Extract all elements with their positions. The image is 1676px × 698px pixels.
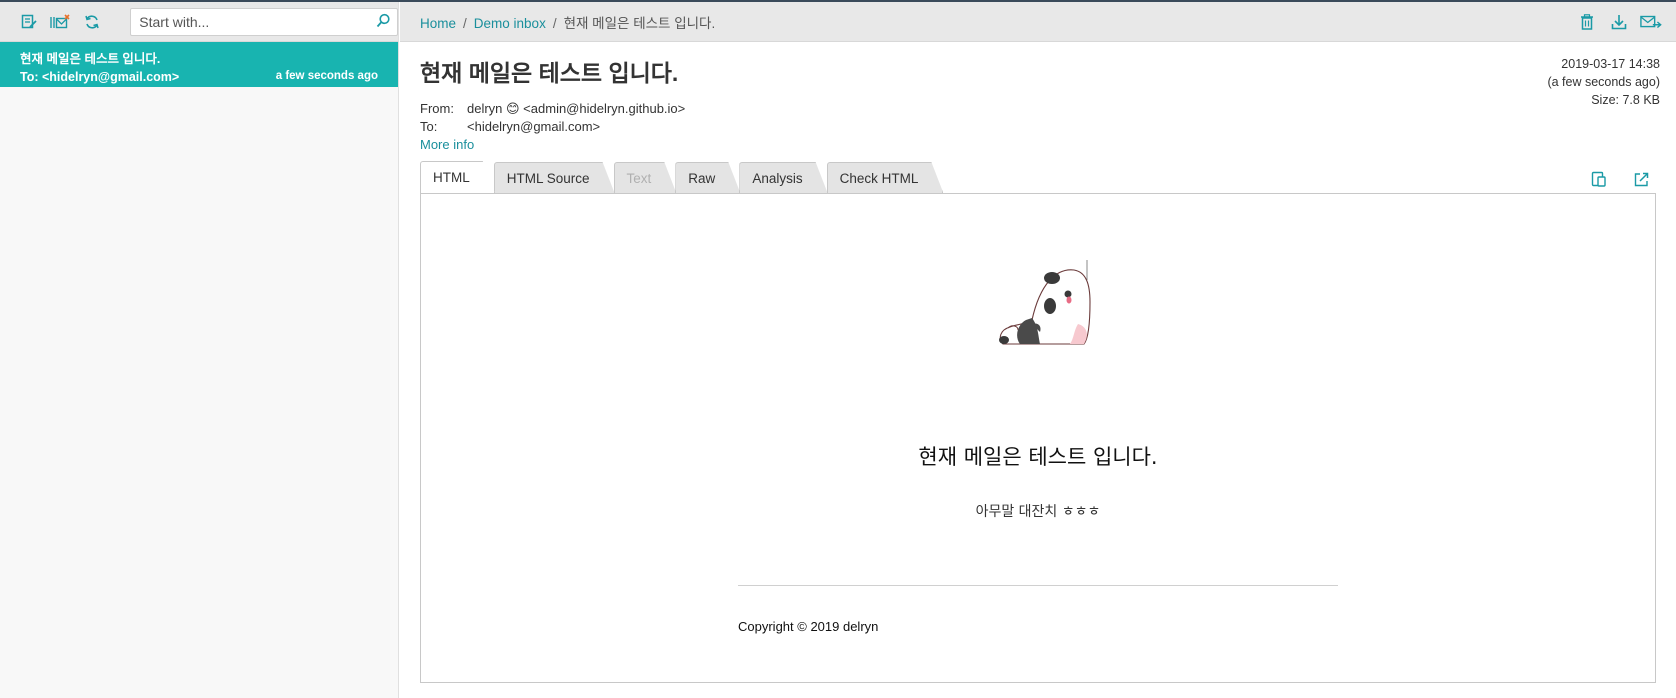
to-value: <hidelryn@gmail.com> (467, 119, 601, 134)
tab-raw[interactable]: Raw (675, 162, 740, 193)
breadcrumb-inbox[interactable]: Demo inbox (474, 16, 546, 31)
search-icon[interactable] (376, 13, 391, 31)
list-toolbar (0, 2, 398, 42)
message-header: 현재 메일은 테스트 입니다. 2019-03-17 14:38 (a few … (400, 42, 1676, 152)
breadcrumb-separator: / (463, 15, 467, 31)
view-tools (1588, 168, 1662, 190)
from-row: From: delryn 😊 <admin@hidelryn.github.io… (420, 100, 1656, 118)
from-value: delryn 😊 <admin@hidelryn.github.io> (467, 101, 686, 116)
email-body: 현재 메일은 테스트 입니다. 아무말 대잔치 ㅎㅎㅎ Copyright © … (738, 254, 1338, 634)
list-item-recipient: To: <hidelryn@gmail.com> (20, 70, 180, 84)
email-footer: Copyright © 2019 delryn (738, 619, 879, 634)
trash-icon[interactable] (1576, 11, 1598, 33)
mark-read-icon[interactable] (49, 11, 71, 33)
more-info-link[interactable]: More info (420, 137, 474, 152)
list-item-subject: 현재 메일은 테스트 입니다. (20, 52, 161, 66)
list-item-meta: To: <hidelryn@gmail.com> a few seconds a… (20, 70, 378, 84)
tab-analysis[interactable]: Analysis (739, 162, 827, 193)
tab-text: Text (614, 162, 677, 193)
panda-illustration (738, 254, 1338, 357)
list-item[interactable]: 현재 메일은 테스트 입니다. To: <hidelryn@gmail.com>… (0, 42, 398, 87)
breadcrumb: Home / Demo inbox / 현재 메일은 테스트 입니다. (420, 12, 715, 32)
email-body-text: 아무말 대잔치 ㅎㅎㅎ (975, 504, 1101, 520)
address-fields: From: delryn 😊 <admin@hidelryn.github.io… (420, 100, 1656, 136)
message-list-pane: 현재 메일은 테스트 입니다. To: <hidelryn@gmail.com>… (0, 2, 399, 698)
message-date: 2019-03-17 14:38 (1561, 57, 1660, 71)
refresh-icon[interactable] (81, 11, 102, 33)
tab-html-source[interactable]: HTML Source (494, 162, 615, 193)
tab-html[interactable]: HTML (420, 161, 495, 193)
message-relative-time: (a few seconds ago) (1547, 75, 1660, 89)
message-subject: 현재 메일은 테스트 입니다. (420, 60, 679, 86)
responsive-view-icon[interactable] (1588, 168, 1610, 190)
message-toolbar: Home / Demo inbox / 현재 메일은 테스트 입니다. (400, 2, 1676, 42)
message-size: Size: 7.8 KB (1591, 93, 1660, 107)
to-label: To: (420, 119, 438, 134)
forward-mail-icon[interactable] (1640, 11, 1662, 33)
download-icon[interactable] (1608, 11, 1630, 33)
search-box (130, 7, 398, 36)
compose-icon[interactable] (18, 11, 39, 33)
message-view-pane: Home / Demo inbox / 현재 메일은 테스트 입니다. 현재 메일은 테… (400, 2, 1676, 698)
breadcrumb-current: 현재 메일은 테스트 입니다. (563, 15, 716, 31)
tab-check-html[interactable]: Check HTML (827, 162, 944, 193)
message-meta: 2019-03-17 14:38 (a few seconds ago) Siz… (1547, 55, 1660, 109)
from-label: From: (420, 101, 454, 116)
list-item-time: a few seconds ago (275, 70, 378, 82)
email-divider (738, 585, 1338, 586)
message-actions (1576, 11, 1662, 33)
email-body-title: 현재 메일은 테스트 입니다. (918, 445, 1158, 469)
to-row: To: <hidelryn@gmail.com> (420, 118, 1656, 136)
view-tabs-row: HTML HTML Source Text Raw Analysis Check… (420, 162, 1656, 193)
open-external-icon[interactable] (1630, 168, 1652, 190)
breadcrumb-home[interactable]: Home (420, 16, 456, 31)
search-input[interactable] (137, 12, 376, 31)
breadcrumb-separator: / (552, 15, 557, 31)
message-body-frame: 현재 메일은 테스트 입니다. 아무말 대잔치 ㅎㅎㅎ Copyright © … (420, 193, 1656, 683)
view-tabs: HTML HTML Source Text Raw Analysis Check… (420, 162, 1656, 193)
